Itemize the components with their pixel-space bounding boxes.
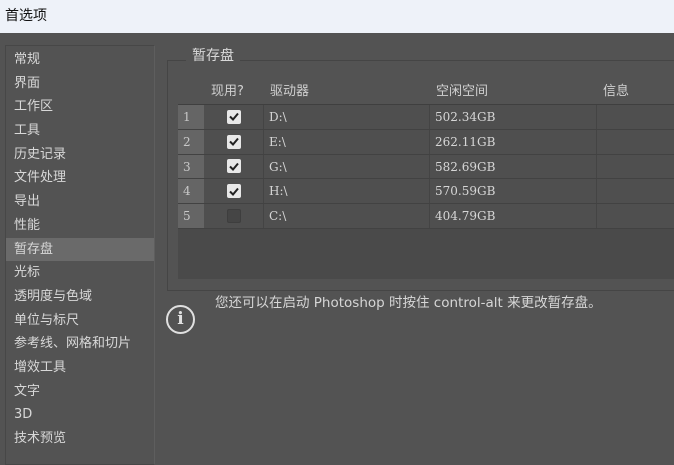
active-cell <box>204 105 263 129</box>
row-number: 3 <box>178 154 204 179</box>
table-row[interactable]: 3 G:\ 582.69GB <box>178 154 674 180</box>
scratch-disk-table: 1 D:\ 502.34GB 2 E:\ 262.11GB 3 G:\ 582.… <box>178 104 674 279</box>
sidebar-item[interactable]: 性能 <box>6 214 154 238</box>
sidebar-item[interactable]: 文件处理 <box>6 166 154 190</box>
drive-cell: H:\ <box>263 179 429 204</box>
sidebar-item[interactable]: 3D <box>6 403 154 427</box>
active-checkbox[interactable] <box>226 209 241 224</box>
free-space-cell: 404.79GB <box>429 204 596 228</box>
sidebar-item[interactable]: 技术预览 <box>6 427 154 451</box>
table-row[interactable]: 4 H:\ 570.59GB <box>178 179 674 205</box>
drive-cell: D:\ <box>263 105 429 129</box>
drive-cell: C:\ <box>263 204 429 228</box>
info-cell <box>596 154 674 179</box>
info-cell <box>596 105 674 129</box>
sidebar-item[interactable]: 光标 <box>6 261 154 285</box>
row-number: 2 <box>178 129 204 154</box>
active-checkbox[interactable] <box>226 159 241 174</box>
active-checkbox[interactable] <box>226 134 241 149</box>
active-cell <box>204 155 263 179</box>
table-row[interactable]: 5 C:\ 404.79GB <box>178 204 674 229</box>
sidebar-item[interactable]: 界面 <box>6 72 154 96</box>
sidebar-item[interactable]: 工具 <box>6 119 154 143</box>
group-legend: 暂存盘 <box>186 45 240 65</box>
row-number: 1 <box>178 105 204 129</box>
active-checkbox[interactable] <box>226 109 241 124</box>
window-title: 首选项 <box>0 0 674 33</box>
info-cell <box>596 129 674 154</box>
free-space-cell: 582.69GB <box>429 154 596 179</box>
checkmark-icon <box>228 113 239 122</box>
free-space-cell: 570.59GB <box>429 179 596 204</box>
hint-text: 您还可以在启动 Photoshop 时按住 control-alt 来更改暂存盘… <box>215 295 602 311</box>
sidebar-item[interactable]: 常规 <box>6 48 154 72</box>
sidebar-item[interactable]: 导出 <box>6 190 154 214</box>
sidebar-item[interactable]: 增效工具 <box>6 356 154 380</box>
header-active: 现用? <box>211 84 244 99</box>
sidebar: 常规 界面 工作区 工具 历史记录 文件处理 导出 性能 暂存盘 光标 透明度与色域 单位与标尺 参考线… <box>5 45 155 465</box>
header-drive: 驱动器 <box>270 84 310 99</box>
info-cell <box>596 179 674 204</box>
drive-cell: G:\ <box>263 154 429 179</box>
row-number: 5 <box>178 204 204 228</box>
sidebar-item[interactable]: 参考线、网格和切片 <box>6 332 154 356</box>
sidebar-item[interactable]: 透明度与色域 <box>6 285 154 309</box>
drive-cell: E:\ <box>263 129 429 154</box>
free-space-cell: 262.11GB <box>429 129 596 154</box>
table-row[interactable]: 1 D:\ 502.34GB <box>178 105 674 130</box>
sidebar-item[interactable]: 暂存盘 <box>6 237 154 262</box>
active-cell <box>204 204 263 228</box>
info-cell <box>596 204 674 228</box>
header-free: 空闲空间 <box>436 84 489 99</box>
active-cell <box>204 130 263 154</box>
header-info: 信息 <box>603 84 630 99</box>
table-row[interactable]: 2 E:\ 262.11GB <box>178 129 674 155</box>
info-icon: i <box>166 305 195 334</box>
checkmark-icon <box>228 187 239 196</box>
sidebar-item[interactable]: 历史记录 <box>6 143 154 167</box>
checkmark-icon <box>228 162 239 171</box>
sidebar-item[interactable]: 单位与标尺 <box>6 309 154 333</box>
active-cell <box>204 179 263 203</box>
sidebar-item[interactable]: 文字 <box>6 380 154 404</box>
sidebar-item[interactable]: 工作区 <box>6 95 154 119</box>
free-space-cell: 502.34GB <box>429 105 596 129</box>
row-number: 4 <box>178 179 204 204</box>
checkmark-icon <box>228 138 239 147</box>
active-checkbox[interactable] <box>226 184 241 199</box>
